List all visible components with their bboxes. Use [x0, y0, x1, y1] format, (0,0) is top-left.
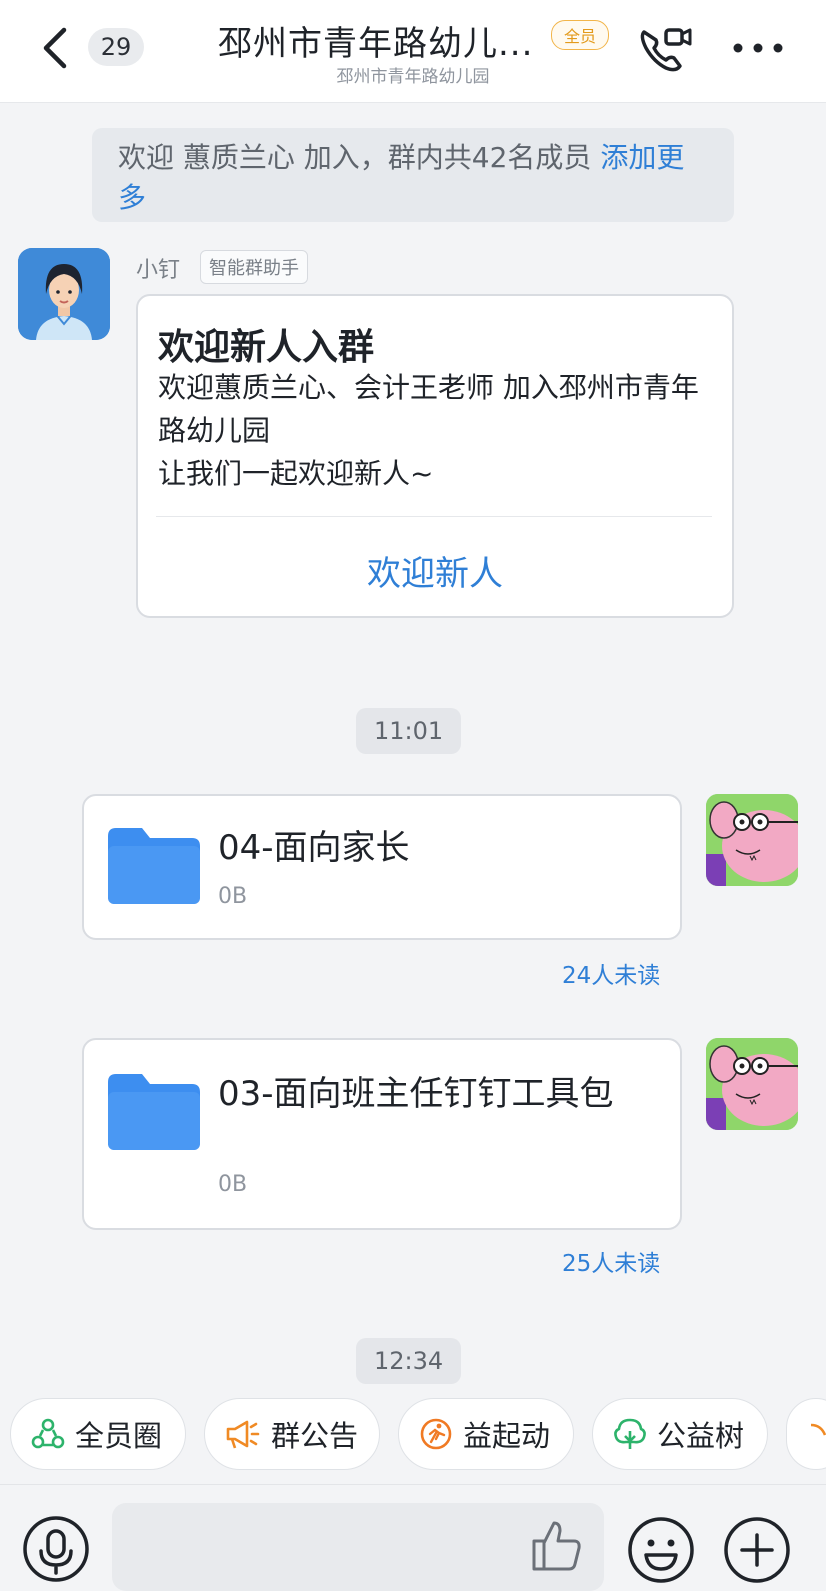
welcome-card-line: 欢迎蕙质兰心、会计王老师 加入邳州市青年路幼儿园 [158, 371, 699, 447]
read-status[interactable]: 24人未读 [562, 956, 660, 990]
quick-action-label: 公益树 [657, 1419, 745, 1453]
file-message-card[interactable]: 04-面向家长 0B [82, 794, 682, 940]
all-members-badge: 全员 [551, 20, 609, 50]
unread-count-badge[interactable]: 29 [88, 28, 144, 66]
quick-action-charity-tree[interactable]: 公益树 [592, 1398, 768, 1470]
microphone-icon[interactable] [22, 1515, 90, 1583]
partial-action-icon [810, 1423, 826, 1436]
folder-icon [108, 828, 200, 904]
run-icon [420, 1418, 452, 1450]
chat-subtitle: 邳州市青年路幼儿园 [336, 67, 490, 87]
user-avatar[interactable] [706, 1038, 798, 1130]
assistant-tag: 智能群助手 [200, 250, 308, 284]
file-size: 0B [218, 1172, 248, 1197]
quick-action-yiqidong[interactable]: 益起动 [398, 1398, 574, 1470]
assistant-name: 小钉 [136, 258, 181, 283]
video-call-icon[interactable] [634, 20, 694, 76]
welcome-card-body: 欢迎蕙质兰心、会计王老师 加入邳州市青年路幼儿园 让我们一起欢迎新人~ [158, 366, 718, 495]
input-bar [0, 1484, 826, 1591]
timestamp-chip: 11:01 [356, 708, 462, 754]
emoji-icon[interactable] [626, 1515, 696, 1585]
user-avatar[interactable] [706, 794, 798, 886]
quick-action-label: 群公告 [271, 1419, 359, 1453]
tree-icon [614, 1418, 646, 1449]
more-options-icon[interactable] [730, 38, 786, 58]
read-status[interactable]: 25人未读 [562, 1244, 660, 1278]
circle-people-icon [31, 1418, 65, 1449]
quick-action-announcement[interactable]: 群公告 [204, 1398, 380, 1470]
quick-action-all-members-circle[interactable]: 全员圈 [10, 1398, 186, 1470]
timestamp-chip: 12:34 [356, 1338, 462, 1384]
welcome-newcomer-button[interactable]: 欢迎新人 [138, 546, 732, 595]
chat-title[interactable]: 邳州市青年路幼儿... [218, 16, 533, 65]
megaphone-icon [226, 1420, 260, 1449]
quick-action-label: 全员圈 [75, 1419, 163, 1453]
chat-header: 29 邳州市青年路幼儿... 全员 邳州市青年路幼儿园 [0, 0, 826, 103]
file-name: 03-面向班主任钉钉工具包 [218, 1074, 614, 1114]
quick-action-more[interactable] [786, 1398, 826, 1470]
welcome-card-title: 欢迎新人入群 [158, 327, 375, 368]
quick-action-label: 益起动 [463, 1419, 551, 1453]
add-icon[interactable] [722, 1515, 792, 1585]
join-notice: 欢迎 蕙质兰心 加入，群内共42名成员 添加更多 [92, 128, 734, 222]
folder-icon [108, 1074, 200, 1150]
welcome-card: 欢迎新人入群 欢迎蕙质兰心、会计王老师 加入邳州市青年路幼儿园 让我们一起欢迎新… [136, 294, 734, 618]
file-message-card[interactable]: 03-面向班主任钉钉工具包 0B [82, 1038, 682, 1230]
file-size: 0B [218, 884, 248, 909]
join-notice-text: 欢迎 蕙质兰心 加入，群内共42名成员 [118, 141, 601, 174]
assistant-avatar[interactable] [18, 248, 110, 340]
quick-action-bar: 全员圈 群公告 益起动 公益树 [0, 1384, 826, 1484]
divider [156, 516, 712, 517]
file-name: 04-面向家长 [218, 828, 410, 868]
thumbs-up-icon[interactable] [528, 1517, 584, 1573]
welcome-card-line: 让我们一起欢迎新人~ [158, 457, 434, 490]
